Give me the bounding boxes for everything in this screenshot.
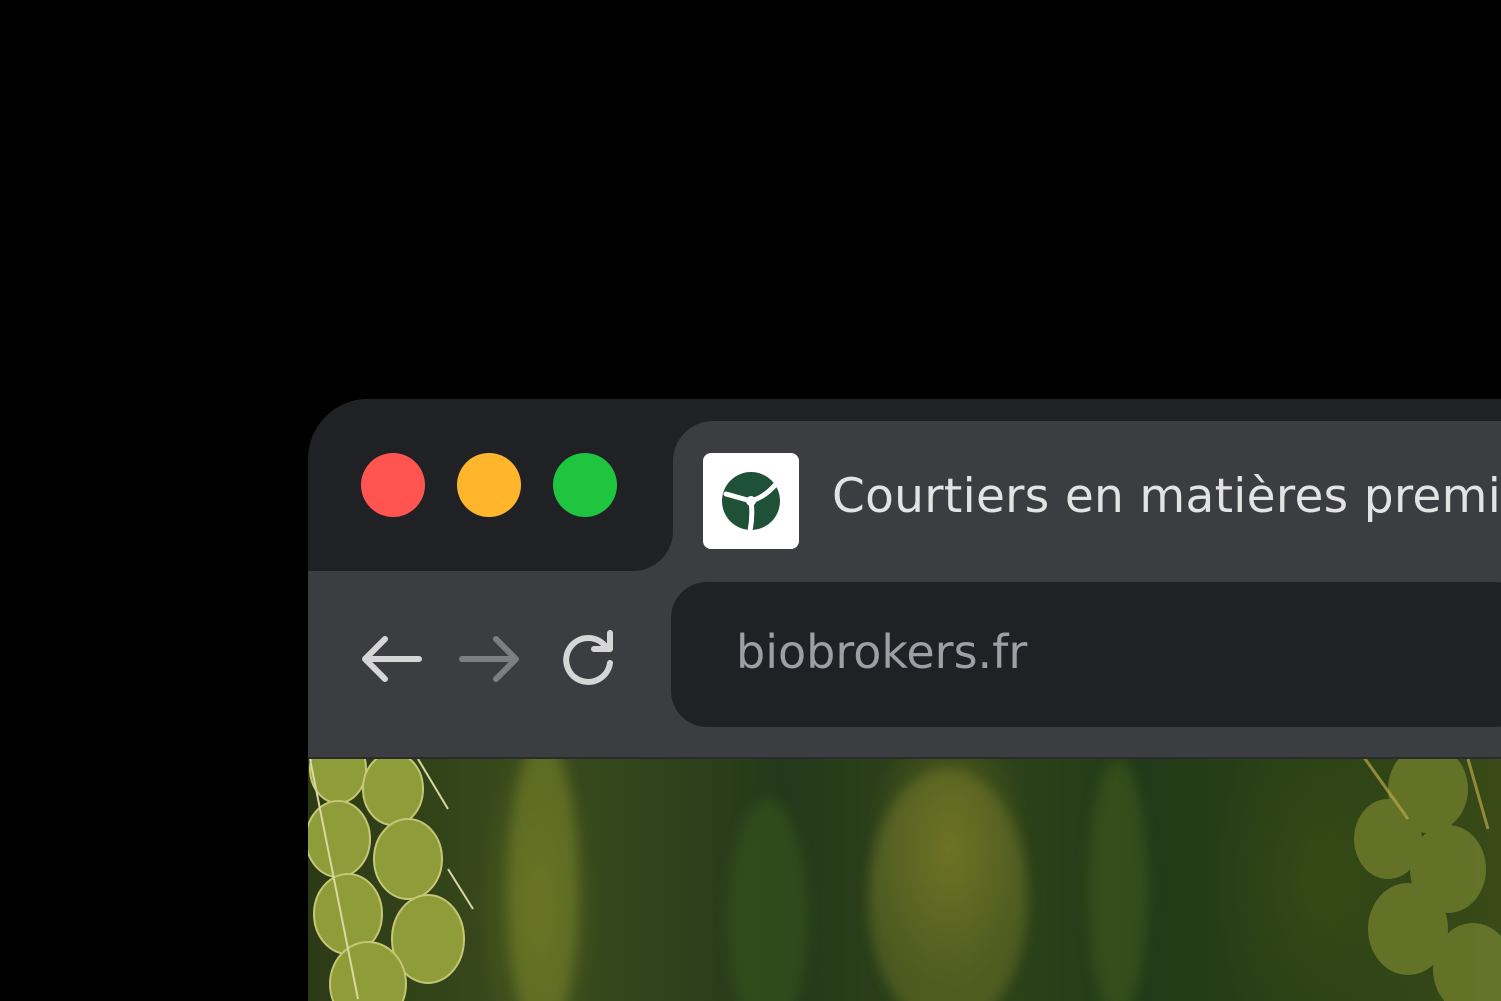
active-tab[interactable]: Courtiers en matières premiè (673, 421, 1501, 571)
background-stalk (868, 769, 1028, 1001)
biobrokers-logo-icon-svg (722, 472, 780, 532)
reload-button[interactable] (556, 627, 620, 691)
wheat-ear-right (1354, 759, 1501, 1001)
back-button[interactable] (359, 627, 423, 691)
minimize-window-button[interactable] (457, 453, 521, 517)
reload-icon (563, 630, 613, 685)
background-stalk (728, 799, 808, 1001)
close-window-button[interactable] (361, 453, 425, 517)
traffic-lights (361, 453, 617, 517)
page-viewport[interactable] (308, 759, 1501, 1001)
toolbar: biobrokers.fr (308, 571, 1501, 757)
background-stalk (1088, 759, 1148, 1001)
wheat-ear-left (308, 759, 474, 1001)
forward-button[interactable] (458, 627, 522, 691)
zoom-window-button[interactable] (553, 453, 617, 517)
tab-corner (633, 531, 673, 571)
biobrokers-logo-icon (703, 453, 799, 549)
title-bar: Courtiers en matières premiè (308, 399, 1501, 571)
tab-title: Courtiers en matières premiè (832, 469, 1501, 524)
arrow-right-icon (459, 636, 519, 682)
address-text[interactable]: biobrokers.fr (736, 620, 1027, 684)
address-bar[interactable]: biobrokers.fr (671, 582, 1501, 727)
arrow-left-icon (362, 636, 422, 682)
background-stalk (508, 759, 578, 1001)
browser-window: Courtiers en matières premiè biobrokers.… (308, 399, 1501, 1001)
screen: Courtiers en matières premiè biobrokers.… (0, 0, 1501, 1001)
